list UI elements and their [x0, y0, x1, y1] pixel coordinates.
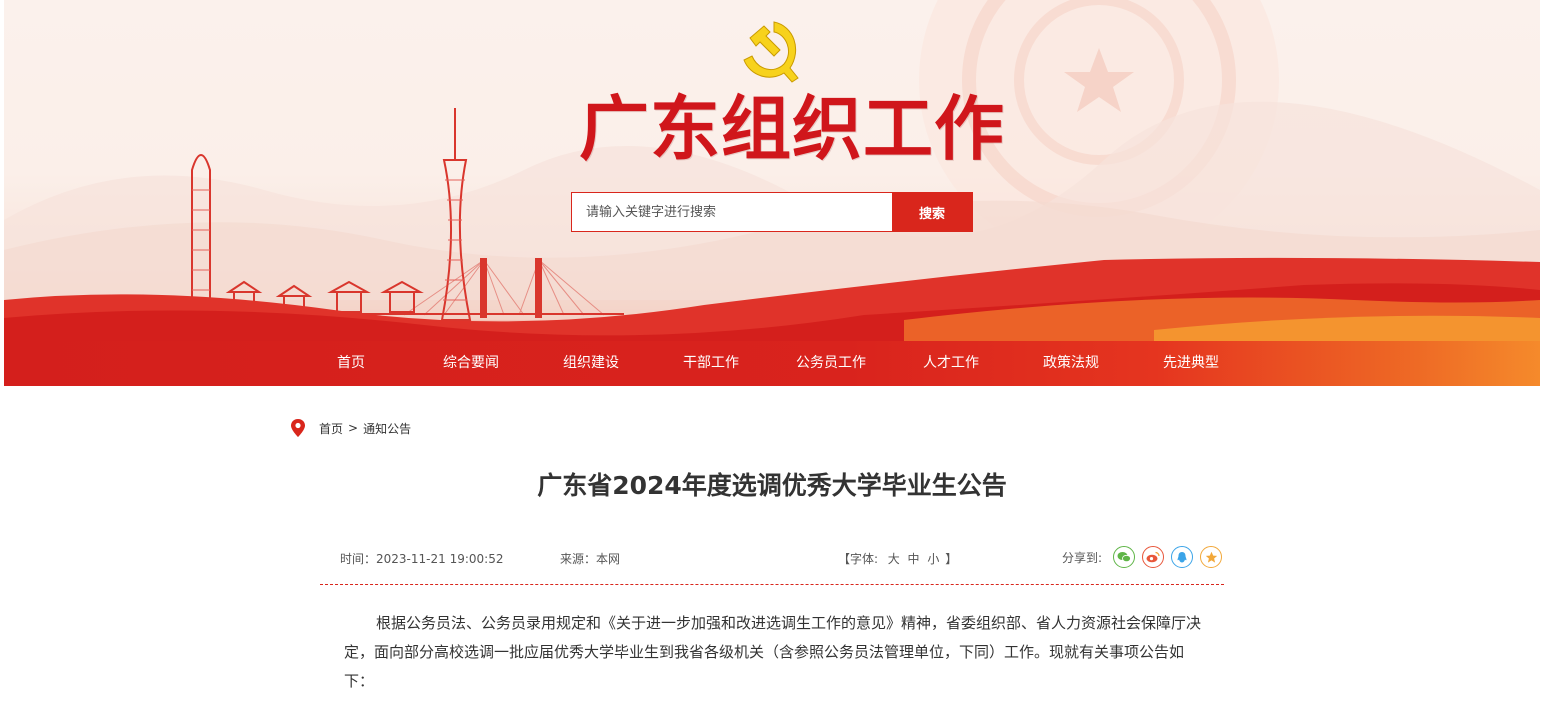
- nav-item-talent[interactable]: 人才工作: [891, 341, 1011, 386]
- publish-time: 时间：2023-11-21 19:00:52: [340, 550, 503, 567]
- search-button[interactable]: 搜索: [892, 193, 972, 231]
- time-label: 时间：: [340, 552, 377, 566]
- breadcrumb-home-link[interactable]: 首页: [319, 420, 343, 437]
- breadcrumb: 首页 > 通知公告: [289, 417, 411, 439]
- font-size-control: 【字体: 大 中 小 】: [838, 550, 957, 567]
- font-size-small[interactable]: 小: [927, 552, 939, 566]
- nav-item-civil-servant[interactable]: 公务员工作: [771, 341, 891, 386]
- source-label: 来源：: [560, 552, 597, 566]
- article-body-paragraph: 根据公务员法、公务员录用规定和《关于进一步加强和改进选调生工作的意见》精神，省委…: [344, 614, 1202, 690]
- main-nav: 首页 综合要闻 组织建设 干部工作 公务员工作 人才工作 政策法规 先进典型: [4, 341, 1540, 386]
- article-meta: 时间：2023-11-21 19:00:52 来源：本网 【字体: 大 中 小 …: [320, 542, 1224, 574]
- search-input[interactable]: [572, 193, 892, 231]
- font-size-large[interactable]: 大: [888, 552, 900, 566]
- nav-item-models[interactable]: 先进典型: [1131, 341, 1251, 386]
- source-value: 本网: [596, 552, 621, 566]
- time-value: 2023-11-21 19:00:52: [376, 552, 504, 566]
- location-pin-icon: [291, 419, 305, 437]
- weibo-icon[interactable]: [1142, 546, 1164, 568]
- share-label: 分享到:: [1061, 550, 1102, 565]
- font-size-close: 】: [945, 552, 958, 566]
- font-size-open: 【字体:: [838, 552, 879, 566]
- meta-divider: [320, 584, 1224, 585]
- nav-item-policy[interactable]: 政策法规: [1011, 341, 1131, 386]
- breadcrumb-separator: >: [348, 421, 359, 435]
- header-banner: 广东组织工作 搜索 首页 综合要闻 组织建设 干部工作 公务员工作 人才工作 政…: [4, 0, 1540, 386]
- wechat-icon[interactable]: [1113, 546, 1135, 568]
- article-source: 来源：本网: [560, 550, 620, 567]
- site-title: 广东组织工作: [579, 87, 1005, 170]
- nav-item-home[interactable]: 首页: [291, 341, 411, 386]
- party-emblem-icon: [743, 21, 799, 83]
- share-bar: 分享到:: [1062, 546, 1222, 568]
- article-title: 广东省2024年度选调优秀大学毕业生公告: [537, 471, 1007, 500]
- qzone-icon[interactable]: [1200, 546, 1222, 568]
- qq-icon[interactable]: [1171, 546, 1193, 568]
- nav-item-cadre[interactable]: 干部工作: [651, 341, 771, 386]
- breadcrumb-current-link[interactable]: 通知公告: [363, 420, 411, 437]
- search-box: 搜索: [571, 192, 973, 232]
- nav-item-news[interactable]: 综合要闻: [411, 341, 531, 386]
- nav-item-organization[interactable]: 组织建设: [531, 341, 651, 386]
- font-size-medium[interactable]: 中: [908, 552, 920, 566]
